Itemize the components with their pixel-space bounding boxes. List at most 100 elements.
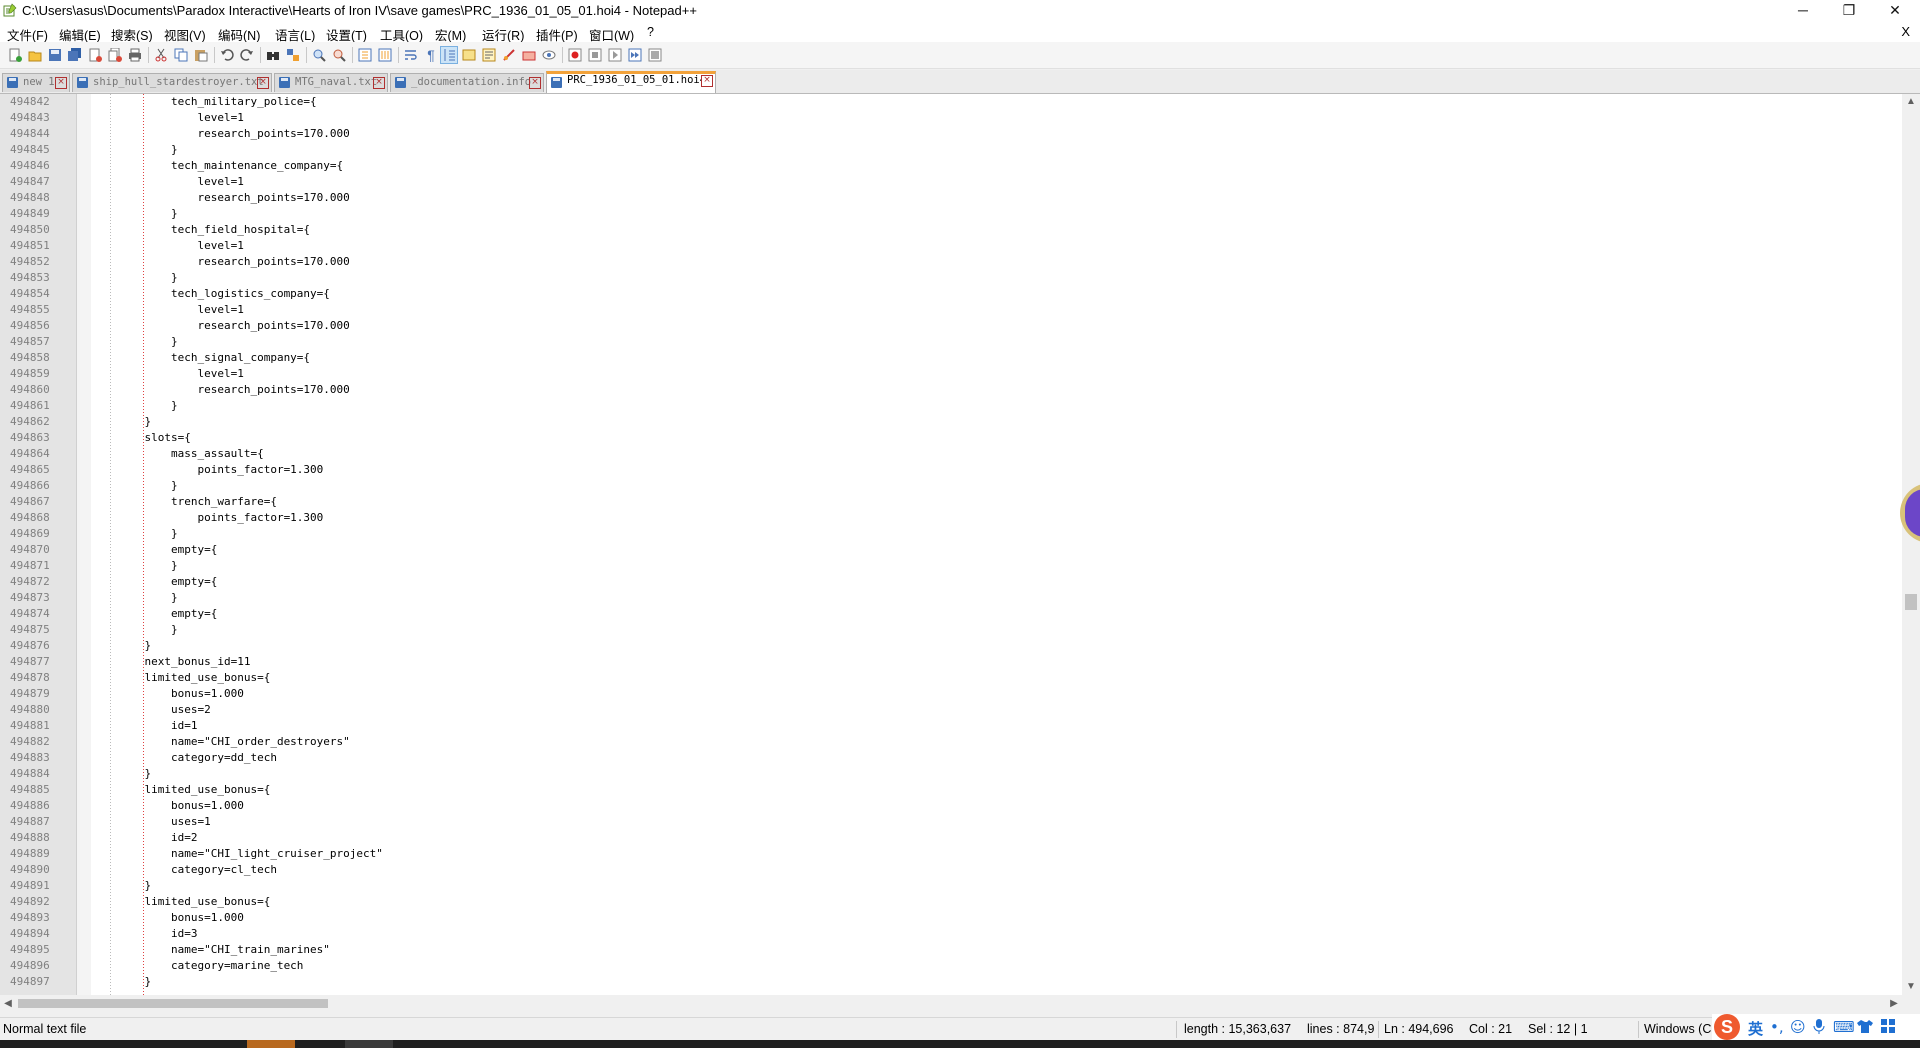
code-line[interactable]: 494872 empty={ <box>0 574 1902 590</box>
horizontal-scroll-thumb[interactable] <box>18 999 328 1008</box>
zoom-out-icon[interactable] <box>330 46 348 64</box>
line-text[interactable]: bonus=1.000 <box>118 686 244 702</box>
code-line[interactable]: 494855 level=1 <box>0 302 1902 318</box>
line-text[interactable]: level=1 <box>118 302 243 318</box>
code-line[interactable]: 494844 research_points=170.000 <box>0 126 1902 142</box>
code-line[interactable]: 494873 } <box>0 590 1902 606</box>
code-line[interactable]: 494848 research_points=170.000 <box>0 190 1902 206</box>
indent-guide-icon[interactable] <box>440 46 458 64</box>
line-text[interactable]: bonus=1.000 <box>118 910 244 926</box>
line-text[interactable]: uses=2 <box>118 702 211 718</box>
code-line[interactable]: 494887 uses=1 <box>0 814 1902 830</box>
line-text[interactable]: empty={ <box>118 542 217 558</box>
line-text[interactable]: empty={ <box>118 574 217 590</box>
line-text[interactable]: limited_use_bonus={ <box>118 670 270 686</box>
status-column[interactable]: Col : 21 <box>1469 1022 1512 1036</box>
find-icon[interactable] <box>264 46 282 64</box>
line-text[interactable]: level=1 <box>118 366 243 382</box>
line-text[interactable]: points_factor=1.300 <box>118 510 323 526</box>
line-text[interactable]: } <box>118 766 151 782</box>
code-line[interactable]: 494846 tech_maintenance_company={ <box>0 158 1902 174</box>
line-text[interactable]: } <box>118 974 151 990</box>
code-line[interactable]: 494842 tech_military_police={ <box>0 94 1902 110</box>
line-text[interactable]: research_points=170.000 <box>118 254 349 270</box>
line-text[interactable]: name="CHI_order_destroyers" <box>118 734 350 750</box>
scroll-down-icon[interactable]: ▼ <box>1902 979 1920 995</box>
code-line[interactable]: 494859 level=1 <box>0 366 1902 382</box>
code-line[interactable]: 494877 next_bonus_id=11 <box>0 654 1902 670</box>
line-text[interactable]: uses=1 <box>118 814 211 830</box>
scroll-left-icon[interactable]: ◀ <box>0 995 16 1012</box>
show-all-chars-icon[interactable]: ¶ <box>422 46 440 64</box>
code-line[interactable]: 494876 } <box>0 638 1902 654</box>
tab-close-icon[interactable]: × <box>373 77 385 89</box>
document-map-icon[interactable] <box>480 46 498 64</box>
folder-workspace-icon[interactable] <box>500 46 518 64</box>
line-text[interactable]: research_points=170.000 <box>118 190 349 206</box>
taskbar-app-active[interactable] <box>247 1040 295 1048</box>
code-line[interactable]: 494857 } <box>0 334 1902 350</box>
vertical-scrollbar[interactable]: ▲ ▼ <box>1902 94 1920 995</box>
code-line[interactable]: 494868 points_factor=1.300 <box>0 510 1902 526</box>
function-list-icon[interactable] <box>460 46 478 64</box>
eye-icon[interactable] <box>540 46 558 64</box>
line-text[interactable]: } <box>118 878 151 894</box>
run-macro-multiple-icon[interactable] <box>626 46 644 64</box>
close-icon[interactable] <box>86 46 104 64</box>
code-line[interactable]: 494881 id=1 <box>0 718 1902 734</box>
line-text[interactable]: } <box>118 206 178 222</box>
line-text[interactable]: id=2 <box>118 830 198 846</box>
line-text[interactable]: name="CHI_light_cruiser_project" <box>118 846 383 862</box>
play-macro-icon[interactable] <box>606 46 624 64</box>
line-text[interactable]: level=1 <box>118 174 243 190</box>
code-line[interactable]: 494879 bonus=1.000 <box>0 686 1902 702</box>
code-line[interactable]: 494850 tech_field_hospital={ <box>0 222 1902 238</box>
scroll-up-icon[interactable]: ▲ <box>1902 94 1920 110</box>
code-line[interactable]: 494852 research_points=170.000 <box>0 254 1902 270</box>
sync-vertical-icon[interactable] <box>356 46 374 64</box>
save-macro-icon[interactable] <box>646 46 664 64</box>
taskbar-app[interactable] <box>345 1040 393 1048</box>
tab-close-icon[interactable]: × <box>55 77 67 89</box>
code-line[interactable]: 494861 } <box>0 398 1902 414</box>
line-text[interactable]: } <box>118 526 178 542</box>
line-text[interactable]: tech_military_police={ <box>118 94 317 110</box>
code-line[interactable]: 494889 name="CHI_light_cruiser_project" <box>0 846 1902 862</box>
code-line[interactable]: 494867 trench_warfare={ <box>0 494 1902 510</box>
line-text[interactable]: tech_signal_company={ <box>118 350 310 366</box>
cut-icon[interactable] <box>152 46 170 64</box>
code-line[interactable]: 494893 bonus=1.000 <box>0 910 1902 926</box>
ime-keyboard-icon[interactable]: ⌨ <box>1833 1018 1855 1036</box>
open-file-icon[interactable] <box>26 46 44 64</box>
word-wrap-icon[interactable] <box>402 46 420 64</box>
vertical-scroll-thumb[interactable] <box>1905 594 1917 610</box>
line-text[interactable]: points_factor=1.300 <box>118 462 323 478</box>
line-text[interactable]: category=cl_tech <box>118 862 277 878</box>
status-line-number[interactable]: Ln : 494,696 <box>1384 1022 1454 1036</box>
line-text[interactable]: research_points=170.000 <box>118 382 349 398</box>
ime-voice-icon[interactable] <box>1813 1018 1825 1038</box>
code-line[interactable]: 494851 level=1 <box>0 238 1902 254</box>
ime-language-toggle[interactable]: 英 <box>1748 1018 1763 1039</box>
save-all-icon[interactable] <box>66 46 84 64</box>
line-text[interactable]: research_points=170.000 <box>118 126 349 142</box>
line-text[interactable]: level=1 <box>118 110 243 126</box>
tab-new-1[interactable]: new 1 × <box>2 73 70 92</box>
tab-ship-hull-stardestroyer[interactable]: ship_hull_stardestroyer.txt × <box>72 73 272 92</box>
line-text[interactable]: category=dd_tech <box>118 750 277 766</box>
ime-punctuation-icon[interactable]: •, <box>1770 1018 1784 1036</box>
line-text[interactable]: limited_use_bonus={ <box>118 782 270 798</box>
undo-icon[interactable] <box>218 46 236 64</box>
line-text[interactable]: slots={ <box>118 430 190 446</box>
code-line[interactable]: 494891 } <box>0 878 1902 894</box>
editor-area[interactable]: 494842 tech_military_police={494843 leve… <box>0 94 1902 995</box>
line-text[interactable]: category=marine_tech <box>118 958 303 974</box>
code-line[interactable]: 494864 mass_assault={ <box>0 446 1902 462</box>
code-line[interactable]: 494854 tech_logistics_company={ <box>0 286 1902 302</box>
code-line[interactable]: 494871 } <box>0 558 1902 574</box>
line-text[interactable]: level=1 <box>118 238 243 254</box>
line-text[interactable]: id=1 <box>118 718 198 734</box>
line-text[interactable]: } <box>118 590 178 606</box>
code-line[interactable]: 494883 category=dd_tech <box>0 750 1902 766</box>
line-text[interactable]: research_points=170.000 <box>118 318 349 334</box>
